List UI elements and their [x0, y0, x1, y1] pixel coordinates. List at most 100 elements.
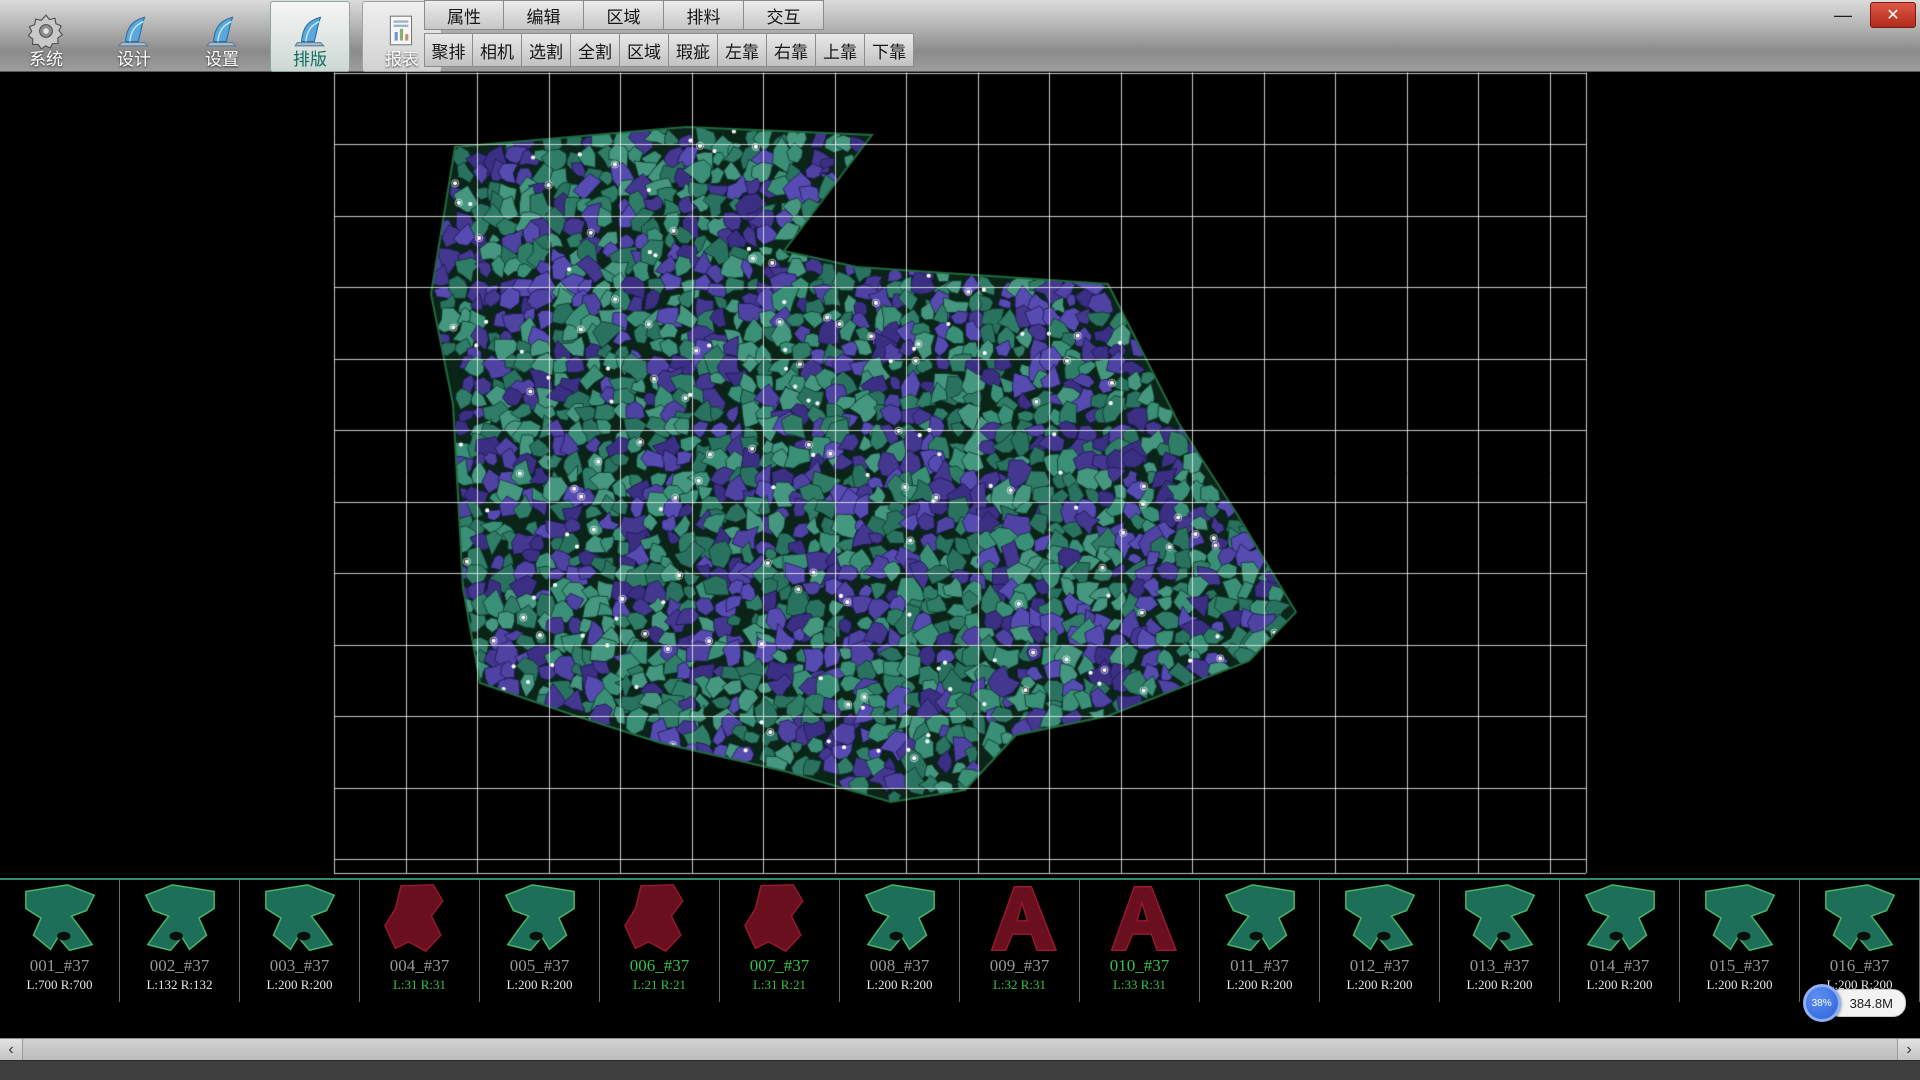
piece-lr-count: L:132 R:132	[146, 977, 212, 993]
piece-id: 005_#37	[510, 956, 570, 976]
action-button-defect[interactable]: 瑕疵	[669, 33, 718, 67]
piece-shape-icon	[1209, 882, 1311, 956]
progress-percent: 38%	[1812, 998, 1832, 1009]
piece-lr-count: L:31 R:31	[393, 977, 446, 993]
piece-shape-icon	[129, 882, 231, 956]
piece-lr-count: L:200 R:200	[266, 977, 332, 993]
piece-thumbnail[interactable]: 008_#37L:200 R:200	[840, 880, 960, 1002]
piece-thumbnail[interactable]: 006_#37L:21 R:21	[600, 880, 720, 1002]
scroll-right-arrow-icon[interactable]: ›	[1897, 1039, 1920, 1060]
bottom-gap	[0, 1002, 1920, 1038]
piece-id: 010_#37	[1110, 956, 1170, 976]
sail-icon	[292, 13, 328, 49]
piece-shape-icon	[369, 882, 471, 956]
piece-id: 013_#37	[1470, 956, 1530, 976]
piece-thumbnail[interactable]: 007_#37L:31 R:21	[720, 880, 840, 1002]
action-buttons: 聚排相机选割全割区域瑕疵左靠右靠上靠下靠	[424, 33, 914, 67]
tool-button-settings[interactable]: 设置	[182, 1, 262, 72]
piece-id: 002_#37	[150, 956, 210, 976]
status-bar	[0, 1060, 1920, 1080]
piece-thumbnail[interactable]: 013_#37L:200 R:200	[1440, 880, 1560, 1002]
piece-thumbnail[interactable]: 001_#37L:700 R:700	[0, 880, 120, 1002]
piece-lr-count: L:200 R:200	[1226, 977, 1292, 993]
piece-id: 012_#37	[1350, 956, 1410, 976]
piece-lr-count: L:200 R:200	[866, 977, 932, 993]
tool-label-settings: 设置	[205, 50, 239, 70]
piece-id: 008_#37	[870, 956, 930, 976]
piece-id: 006_#37	[630, 956, 690, 976]
menu-tab-properties[interactable]: 属性	[424, 0, 504, 30]
report-icon	[384, 13, 420, 49]
piece-lr-count: L:200 R:200	[1586, 977, 1652, 993]
nesting-canvas[interactable]	[0, 72, 1920, 878]
piece-shape-icon	[849, 882, 951, 956]
piece-thumbnail[interactable]: 005_#37L:200 R:200	[480, 880, 600, 1002]
piece-shape-icon	[1689, 882, 1791, 956]
piece-thumbnail[interactable]: 009_#37L:32 R:31	[960, 880, 1080, 1002]
piece-id: 001_#37	[30, 956, 90, 976]
piece-id: 016_#37	[1830, 956, 1890, 976]
piece-thumbnail[interactable]: 014_#37L:200 R:200	[1560, 880, 1680, 1002]
piece-shape-icon	[969, 882, 1071, 956]
minimize-icon[interactable]: —	[1826, 3, 1860, 27]
piece-lr-count: L:21 R:21	[633, 977, 686, 993]
sail-icon	[204, 13, 240, 49]
piece-lr-count: L:700 R:700	[26, 977, 92, 993]
piece-shape-icon	[1809, 882, 1911, 956]
piece-thumbnail[interactable]: 012_#37L:200 R:200	[1320, 880, 1440, 1002]
action-button-snap-top[interactable]: 上靠	[816, 33, 865, 67]
horizontal-scrollbar[interactable]: ‹ ›	[0, 1038, 1920, 1060]
tool-button-system[interactable]: 系统	[6, 1, 86, 72]
piece-thumbnail[interactable]: 004_#37L:31 R:31	[360, 880, 480, 1002]
action-button-camera[interactable]: 相机	[473, 33, 522, 67]
memory-value: 384.8M	[1850, 996, 1893, 1011]
toolbar: 系统设计设置排版报表 属性编辑区域排料交互 聚排相机选割全割区域瑕疵左靠右靠上靠…	[0, 0, 1920, 72]
piece-thumbnail[interactable]: 003_#37L:200 R:200	[240, 880, 360, 1002]
menu-tab-interactive[interactable]: 交互	[744, 0, 824, 30]
action-button-cut-all[interactable]: 全割	[571, 33, 620, 67]
action-button-select-cut[interactable]: 选割	[522, 33, 571, 67]
menu-tab-nest[interactable]: 排料	[664, 0, 744, 30]
piece-thumbnail[interactable]: 011_#37L:200 R:200	[1200, 880, 1320, 1002]
piece-shape-icon	[9, 882, 111, 956]
piece-id: 014_#37	[1590, 956, 1650, 976]
action-button-snap-left[interactable]: 左靠	[718, 33, 767, 67]
piece-thumbnail[interactable]: 002_#37L:132 R:132	[120, 880, 240, 1002]
tool-label-design: 设计	[117, 50, 151, 70]
piece-shape-icon	[249, 882, 351, 956]
tool-label-report: 报表	[385, 50, 419, 70]
piece-lr-count: L:33 R:31	[1113, 977, 1166, 993]
piece-id: 011_#37	[1230, 956, 1289, 976]
close-icon[interactable]: ✕	[1870, 2, 1916, 28]
action-button-snap-bottom[interactable]: 下靠	[865, 33, 914, 67]
piece-shape-icon	[1089, 882, 1191, 956]
scroll-left-arrow-icon[interactable]: ‹	[0, 1039, 23, 1060]
piece-lr-count: L:200 R:200	[506, 977, 572, 993]
menu-tab-region[interactable]: 区域	[584, 0, 664, 30]
action-button-cluster-nest[interactable]: 聚排	[424, 33, 473, 67]
piece-thumbnail[interactable]: 010_#37L:33 R:31	[1080, 880, 1200, 1002]
menu-tab-edit[interactable]: 编辑	[504, 0, 584, 30]
piece-lr-count: L:200 R:200	[1706, 977, 1772, 993]
tool-button-design[interactable]: 设计	[94, 1, 174, 72]
piece-thumbnail[interactable]: 015_#37L:200 R:200	[1680, 880, 1800, 1002]
piece-lr-count: L:200 R:200	[1346, 977, 1412, 993]
tool-button-nesting[interactable]: 排版	[270, 1, 350, 72]
piece-list: 001_#37L:700 R:700002_#37L:132 R:132003_…	[0, 878, 1920, 1002]
piece-shape-icon	[1329, 882, 1431, 956]
piece-shape-icon	[1449, 882, 1551, 956]
piece-id: 004_#37	[390, 956, 450, 976]
tool-label-nesting: 排版	[293, 50, 327, 70]
piece-id: 003_#37	[270, 956, 330, 976]
memory-progress-widget: 38% 384.8M	[1803, 984, 1906, 1022]
piece-shape-icon	[489, 882, 591, 956]
gear-icon	[28, 13, 64, 49]
action-button-region[interactable]: 区域	[620, 33, 669, 67]
action-button-snap-right[interactable]: 右靠	[767, 33, 816, 67]
tool-strip: 系统设计 设置 排版 报表	[6, 0, 442, 74]
menu-area: 属性编辑区域排料交互 聚排相机选割全割区域瑕疵左靠右靠上靠下靠	[424, 0, 914, 67]
piece-id: 015_#37	[1710, 956, 1770, 976]
progress-circle: 38%	[1803, 984, 1841, 1022]
piece-id: 007_#37	[750, 956, 810, 976]
piece-id: 009_#37	[990, 956, 1050, 976]
